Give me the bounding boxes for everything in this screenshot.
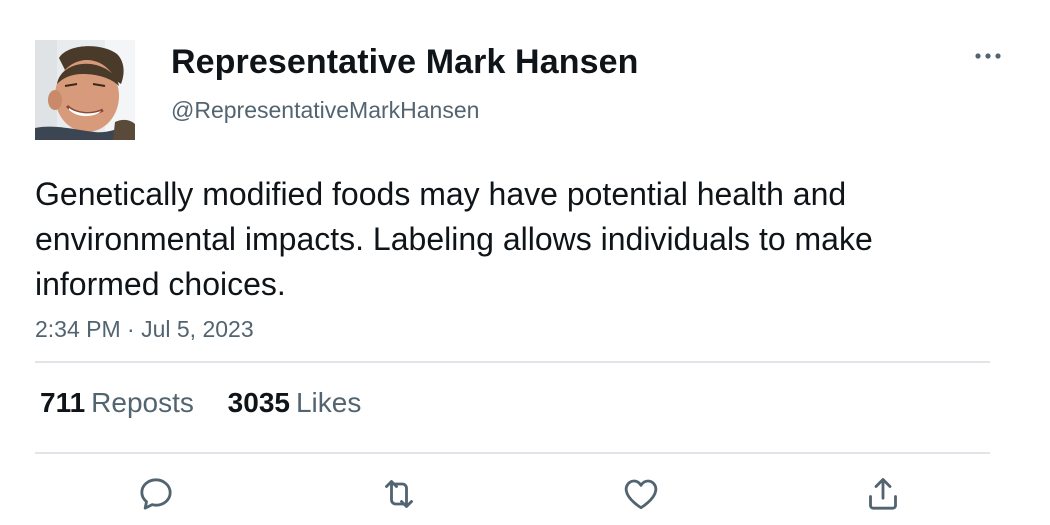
likes-label: Likes <box>295 387 362 418</box>
like-button[interactable] <box>621 474 661 514</box>
engagement-stats: 711 Reposts 3035 Likes <box>40 387 387 419</box>
divider <box>35 452 990 454</box>
reposts-count: 711 <box>40 387 86 418</box>
reply-button[interactable] <box>136 474 176 514</box>
repost-arrows-icon <box>385 480 413 508</box>
reposts-stat[interactable]: 711 Reposts <box>40 387 194 419</box>
share-upload-icon <box>869 478 897 510</box>
reply-bubble-icon <box>140 478 172 510</box>
author-avatar[interactable] <box>35 40 135 140</box>
reposts-label: Reposts <box>91 387 194 418</box>
tweet-timestamp[interactable]: 2:34 PM · Jul 5, 2023 <box>35 316 254 343</box>
tweet-text: Genetically modified foods may have pote… <box>35 176 873 302</box>
share-button[interactable] <box>863 474 903 514</box>
divider <box>35 361 990 363</box>
more-options-button[interactable] <box>968 40 1008 72</box>
author-handle[interactable]: @RepresentativeMarkHansen <box>171 97 479 124</box>
heart-icon <box>624 479 658 510</box>
repost-button[interactable] <box>379 474 419 514</box>
likes-stat[interactable]: 3035 Likes <box>228 387 362 419</box>
profile-photo-icon <box>35 40 135 140</box>
author-display-name[interactable]: Representative Mark Hansen <box>171 43 638 82</box>
more-horizontal-icon <box>975 53 1001 59</box>
likes-count: 3035 <box>227 387 290 418</box>
tweet-card: Representative Mark Hansen @Representati… <box>0 0 1050 525</box>
